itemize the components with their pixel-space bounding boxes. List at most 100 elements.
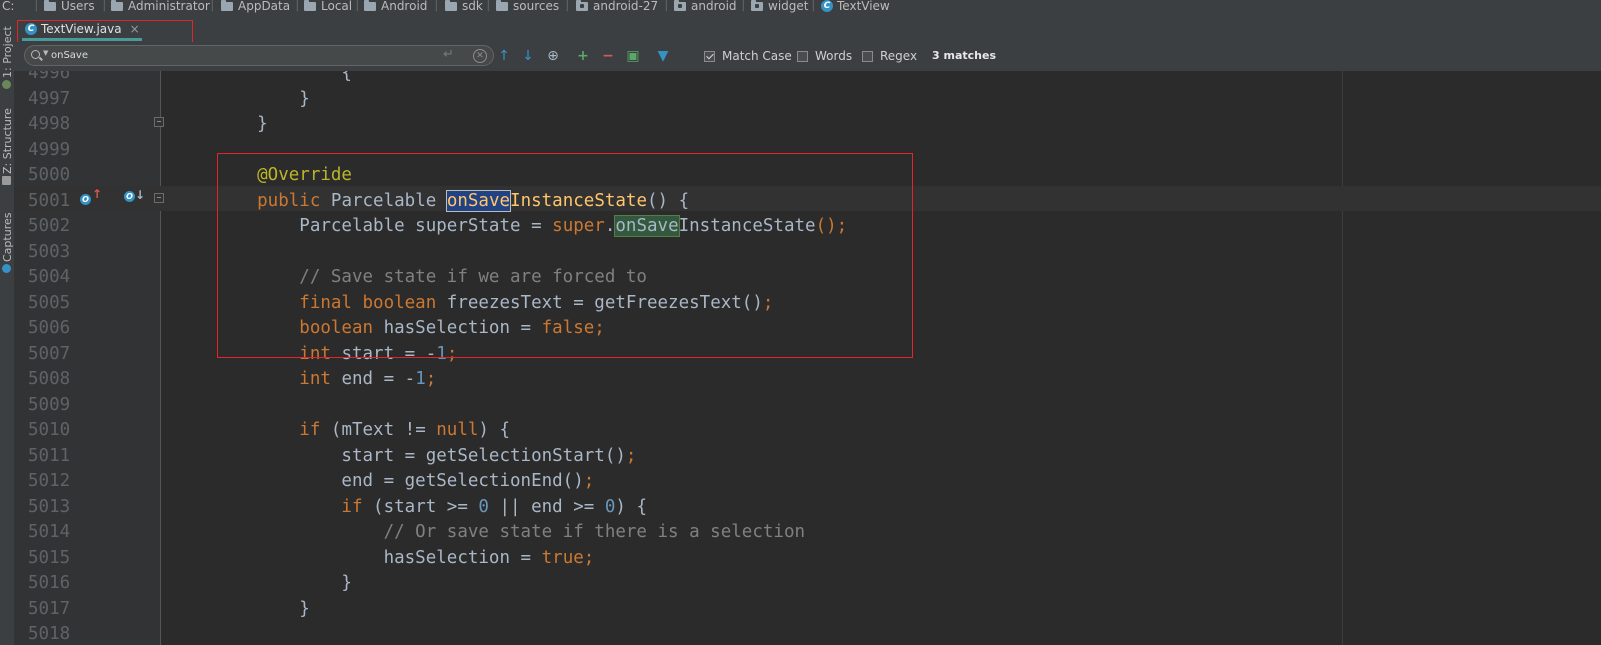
code-text[interactable]: { (215, 71, 352, 86)
code-line[interactable]: 5000 @Override (14, 163, 1601, 188)
breadcrumb-separator: | (664, 0, 669, 12)
structure-tab-label: Z: Structure (1, 108, 14, 174)
breadcrumb-local[interactable]: Local (304, 0, 352, 12)
arrow-down-icon[interactable]: ↓ (135, 188, 145, 202)
breadcrumb-android-27[interactable]: android-27 (576, 0, 658, 12)
arrow-up-icon[interactable]: ↑ (92, 187, 102, 201)
match-case-option[interactable]: Match Case (704, 49, 792, 63)
project-tool-tab[interactable]: 1: Project (0, 14, 14, 90)
code-editor[interactable]: 4996 {4997 } 4998 } 4999 5000 @Override 5001… (14, 71, 1601, 645)
package-icon (674, 0, 686, 11)
folder-icon (496, 0, 508, 11)
add-occurrence-button[interactable]: + (574, 47, 592, 65)
overridden-icon[interactable]: O (124, 191, 135, 202)
fold-marker-icon[interactable] (154, 117, 164, 127)
line-number: 5010 (28, 420, 71, 440)
breadcrumb-separator: | (210, 0, 215, 12)
code-text[interactable]: Parcelable superState = super.onSaveInst… (215, 214, 847, 239)
code-text[interactable]: int start = -1; (215, 342, 457, 367)
code-text[interactable]: boolean hasSelection = false; (215, 316, 605, 341)
code-line[interactable]: 5015 hasSelection = true; (14, 546, 1601, 571)
code-text[interactable]: // Or save state if there is a selection (215, 520, 805, 545)
code-text[interactable]: start = getSelectionStart(); (215, 444, 636, 469)
line-number: 5003 (28, 241, 71, 262)
words-checkbox[interactable] (797, 50, 808, 62)
find-all-button[interactable]: ⊕ (544, 47, 562, 65)
code-line[interactable]: 5016 } (14, 571, 1601, 596)
code-token: } (215, 598, 310, 619)
code-text[interactable]: hasSelection = true; (215, 546, 595, 571)
override-icon[interactable]: O (80, 194, 91, 205)
code-text[interactable]: } (215, 87, 310, 112)
breadcrumb-users[interactable]: Users (44, 0, 95, 12)
match-case-checkbox[interactable] (704, 50, 715, 62)
code-line[interactable]: 5003 (14, 240, 1601, 265)
breadcrumb-drive[interactable]: C: (2, 0, 14, 12)
line-number: 5012 (28, 471, 71, 491)
code-text[interactable]: int end = -1; (215, 367, 436, 392)
breadcrumb-textview[interactable]: C TextView (821, 0, 890, 12)
captures-tool-tab[interactable]: Captures (0, 206, 14, 286)
breadcrumb-appdata[interactable]: AppData (221, 0, 290, 12)
code-text[interactable]: } (215, 112, 268, 137)
search-input[interactable] (51, 48, 431, 63)
code-line[interactable]: 5012 end = getSelectionEnd(); (14, 469, 1601, 494)
regex-option[interactable]: Regex (862, 49, 917, 63)
filter-icon[interactable]: ▼ (654, 47, 672, 65)
breadcrumb-separator: | (741, 0, 746, 12)
code-line[interactable]: 5011 start = getSelectionStart(); (14, 444, 1601, 469)
code-line[interactable]: 5002 Parcelable superState = super.onSav… (14, 214, 1601, 239)
code-line[interactable]: 5014 // Or save state if there is a sele… (14, 520, 1601, 545)
code-text[interactable]: // Save state if we are forced to (215, 265, 647, 290)
breadcrumb-administrator[interactable]: Administrator (111, 0, 210, 12)
code-line[interactable]: 4997 } (14, 87, 1601, 112)
code-text[interactable]: end = getSelectionEnd(); (215, 469, 594, 494)
code-text[interactable]: final boolean freezesText = getFreezesTe… (215, 291, 773, 316)
tab-textview-java[interactable]: C TextView.java × (22, 20, 142, 41)
code-token: Parcelable (330, 190, 447, 211)
code-text[interactable]: if (start >= 0 || end >= 0) { (215, 495, 647, 520)
code-line[interactable]: 5001 public Parcelable onSaveInstanceSta… (14, 189, 1601, 214)
code-line[interactable]: 5009 (14, 393, 1601, 418)
line-number: 5017 (28, 598, 71, 619)
chevron-down-icon[interactable]: ▼ (43, 49, 48, 57)
package-icon (576, 0, 588, 11)
words-option[interactable]: Words (797, 49, 852, 63)
code-line[interactable]: 4999 (14, 138, 1601, 163)
next-occurrence-button[interactable]: ↓ (520, 47, 536, 65)
breadcrumb-sources[interactable]: sources (496, 0, 559, 12)
fold-marker-icon[interactable] (154, 193, 164, 203)
search-icon[interactable] (31, 50, 40, 59)
editor-tab-bar: C TextView.java × (14, 14, 1601, 42)
code-line[interactable]: 5017 } (14, 597, 1601, 622)
clear-icon[interactable]: ✕ (473, 49, 487, 63)
code-line[interactable]: 5018 (14, 622, 1601, 645)
regex-checkbox[interactable] (862, 50, 873, 62)
code-text[interactable]: if (mText != null) { (215, 418, 510, 443)
breadcrumb-widget[interactable]: widget (751, 0, 808, 12)
line-number: 5007 (28, 343, 71, 364)
code-text[interactable]: @Override (215, 163, 352, 188)
code-line[interactable]: 5010 if (mText != null) { (14, 418, 1601, 443)
code-line[interactable]: 5006 boolean hasSelection = false; (14, 316, 1601, 341)
code-line[interactable]: 5004 // Save state if we are forced to (14, 265, 1601, 290)
code-token: int (215, 343, 342, 364)
code-line[interactable]: 5007 int start = -1; (14, 342, 1601, 367)
code-line[interactable]: 5008 int end = -1; (14, 367, 1601, 392)
remove-occurrence-button[interactable]: − (599, 47, 617, 65)
code-line[interactable]: 4996 { (14, 71, 1601, 86)
code-text[interactable]: } (215, 597, 310, 622)
code-line[interactable]: 4998 } (14, 112, 1601, 137)
code-text[interactable]: public Parcelable onSaveInstanceState() … (215, 189, 689, 214)
code-line[interactable]: 5013 if (start >= 0 || end >= 0) { (14, 495, 1601, 520)
breadcrumb-android-pkg[interactable]: android (674, 0, 737, 12)
search-field[interactable]: ▼ ↵ ✕ (24, 45, 494, 66)
close-icon[interactable]: × (130, 22, 140, 36)
breadcrumb-android[interactable]: Android (364, 0, 427, 12)
structure-tool-tab[interactable]: Z: Structure (0, 108, 14, 188)
code-text[interactable]: } (215, 571, 352, 596)
breadcrumb-sdk[interactable]: sdk (445, 0, 483, 12)
prev-occurrence-button[interactable]: ↑ (496, 47, 512, 65)
code-line[interactable]: 5005 final boolean freezesText = getFree… (14, 291, 1601, 316)
select-all-occurrences-button[interactable]: ▣ (624, 47, 642, 65)
